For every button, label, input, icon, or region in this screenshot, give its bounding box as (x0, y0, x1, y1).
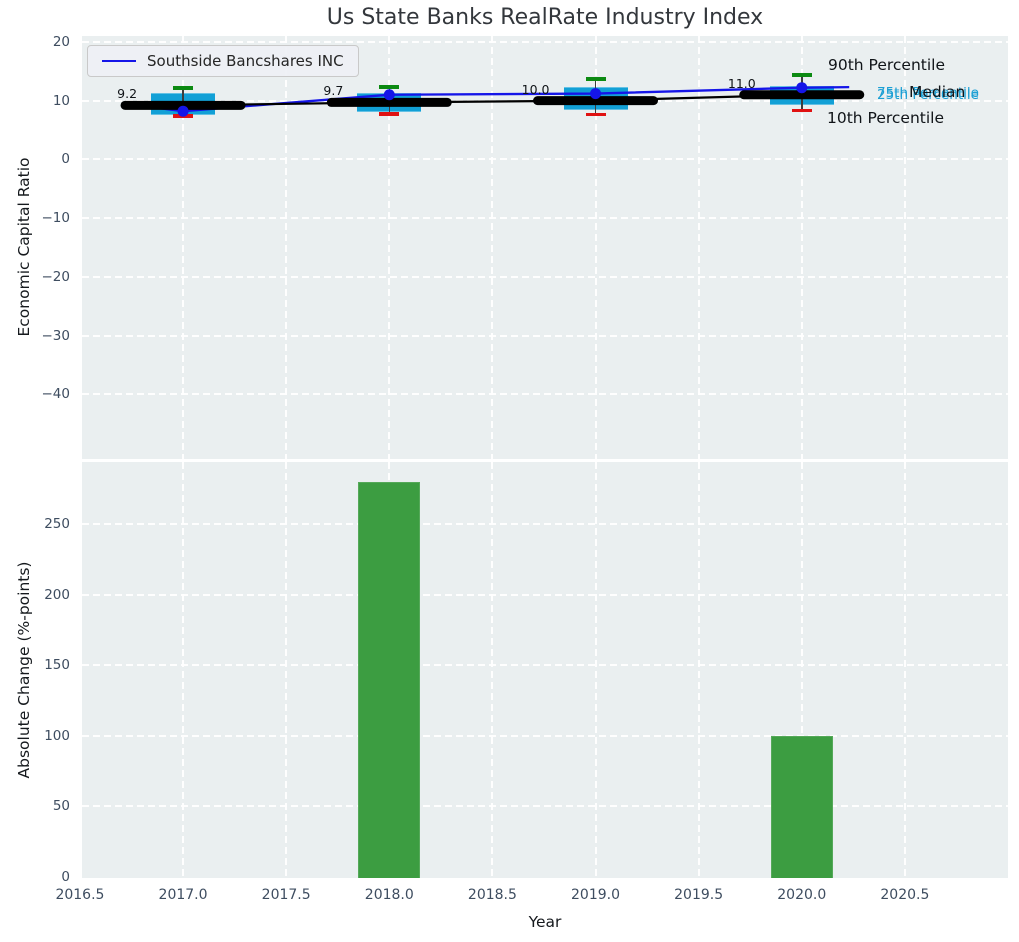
y-tick-label: 20 (0, 32, 70, 52)
gridline-y (82, 735, 1008, 737)
x-axis-label: Year (82, 913, 1008, 931)
y-tick-label: −30 (0, 326, 70, 346)
p90-cap-2017 (173, 86, 193, 90)
gridline-y (82, 594, 1008, 596)
annotation-90th-percentile: 90th Percentile (828, 56, 945, 74)
y-tick-label: 250 (0, 514, 70, 534)
y-tick-label: 50 (0, 796, 70, 816)
gridline-y (82, 100, 1008, 102)
top-y-axis-label: Economic Capital Ratio (15, 157, 33, 336)
bar-2018 (358, 482, 420, 878)
p10-cap-2020 (792, 109, 812, 113)
gridline-y (82, 335, 1008, 337)
gridline-y (82, 664, 1008, 666)
p90-cap-2018 (379, 85, 399, 89)
x-tick-label: 2019.5 (659, 886, 739, 904)
x-tick-label: 2017.0 (143, 886, 223, 904)
y-tick-label: −10 (0, 208, 70, 228)
p10-cap-2018 (379, 112, 399, 116)
whisker-line-2018 (389, 87, 391, 114)
legend-line-swatch (102, 60, 136, 62)
legend-label: Southside Bancshares INC (147, 52, 344, 70)
figure: Us State Banks RealRate Industry Index E… (0, 0, 1019, 942)
y-tick-label: −20 (0, 267, 70, 287)
p90-cap-2020 (792, 73, 812, 77)
legend: Southside Bancshares INC (87, 45, 359, 77)
x-tick-label: 2018.0 (349, 886, 429, 904)
y-tick-label: −40 (0, 384, 70, 404)
annotation-10th-percentile: 10th Percentile (827, 109, 944, 127)
whisker-line-2020 (801, 75, 803, 110)
annotation-median: Median (909, 83, 965, 101)
gridline-y (82, 523, 1008, 525)
x-tick-label: 2020.5 (865, 886, 945, 904)
x-tick-label: 2019.0 (556, 886, 636, 904)
x-tick-label: 2018.5 (452, 886, 532, 904)
gridline-y (82, 276, 1008, 278)
y-tick-label: 10 (0, 91, 70, 111)
gridline-y (82, 217, 1008, 219)
x-tick-label: 2017.5 (246, 886, 326, 904)
x-tick-label: 2020.0 (762, 886, 842, 904)
gridline-y (82, 158, 1008, 160)
bar-2020 (771, 736, 833, 878)
chart-title: Us State Banks RealRate Industry Index (82, 5, 1008, 30)
gridline-y (82, 393, 1008, 395)
p10-cap-2019 (586, 113, 606, 117)
gridline-y (82, 41, 1008, 43)
median-value-label-2017: 9.2 (77, 86, 137, 101)
y-tick-label: 0 (0, 867, 70, 887)
gridline-y (82, 805, 1008, 807)
y-tick-label: 150 (0, 655, 70, 675)
x-tick-label: 2016.5 (40, 886, 120, 904)
y-tick-label: 200 (0, 585, 70, 605)
whisker-line-2019 (595, 79, 597, 114)
median-value-label-2020: 11.0 (696, 76, 756, 91)
median-value-label-2018: 9.7 (283, 83, 343, 98)
p90-cap-2019 (586, 77, 606, 81)
median-value-label-2019: 10.0 (490, 82, 550, 97)
y-tick-label: 100 (0, 726, 70, 746)
y-tick-label: 0 (0, 149, 70, 169)
p10-cap-2017 (173, 114, 193, 118)
whisker-line-2017 (182, 88, 184, 116)
